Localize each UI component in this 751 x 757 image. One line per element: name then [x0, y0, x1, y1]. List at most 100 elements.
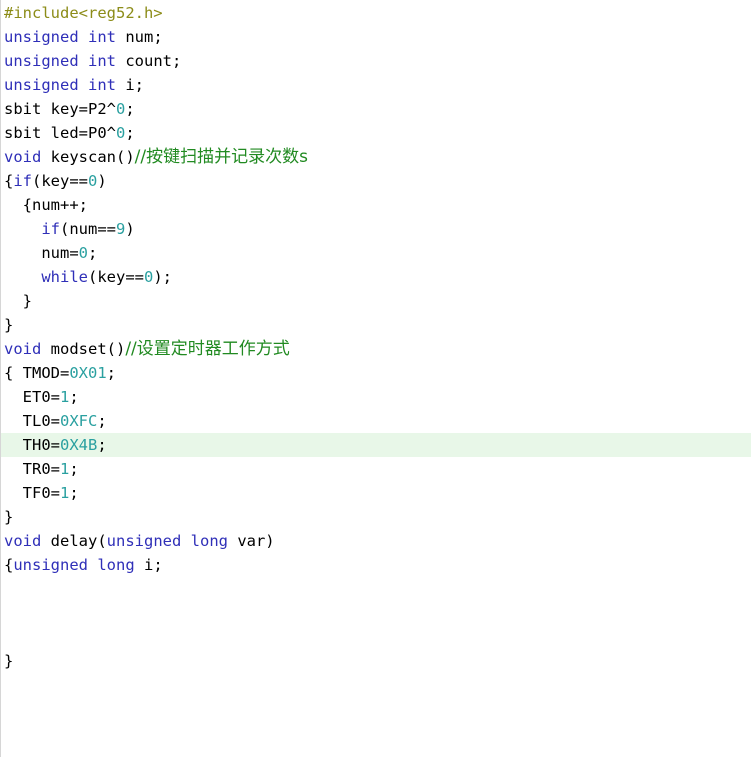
number-token: 0 [115, 124, 126, 142]
keyword-token: int [88, 76, 116, 94]
code-line[interactable]: unsigned int num; [4, 25, 751, 49]
code-editor[interactable]: #include<reg52.h> unsigned int num; unsign… [0, 0, 751, 757]
keyword-token: void [4, 532, 42, 550]
code-line[interactable]: {if(key==0) [4, 169, 751, 193]
code-token: ; [125, 124, 135, 142]
code-token: } [4, 316, 14, 334]
number-token: 1 [60, 460, 70, 478]
code-line[interactable]: } [4, 505, 751, 529]
code-line[interactable]: #include<reg52.h> [4, 1, 751, 25]
code-text-area[interactable]: #include<reg52.h> unsigned int num; unsign… [1, 1, 751, 673]
code-token: { [4, 556, 14, 574]
code-line[interactable]: TF0=1; [4, 481, 751, 505]
code-line[interactable]: void delay(unsigned long var) [4, 529, 751, 553]
code-token: i; [116, 76, 144, 94]
code-line[interactable]: void keyscan()//按键扫描并记录次数s [4, 145, 751, 169]
code-line[interactable]: if(num==9) [4, 217, 751, 241]
code-token: ) [125, 220, 135, 238]
keyword-token: while [41, 268, 88, 286]
code-line[interactable]: { TMOD=0X01; [4, 361, 751, 385]
code-line[interactable]: sbit key=P2^0; [4, 97, 751, 121]
code-token: delay( [41, 532, 107, 550]
keyword-token: long [190, 532, 228, 550]
code-line[interactable]: unsigned int count; [4, 49, 751, 73]
code-line[interactable]: sbit led=P0^0; [4, 121, 751, 145]
code-token: sbit led=P0^ [4, 124, 116, 142]
number-token: 1 [60, 484, 70, 502]
code-token: TL0= [4, 412, 60, 430]
code-token: num= [4, 244, 79, 262]
number-token: 0 [115, 100, 126, 118]
code-token: (key== [88, 268, 144, 286]
number-token: 0X4B [60, 436, 98, 454]
code-line[interactable] [4, 577, 751, 601]
keyword-token: if [41, 220, 60, 238]
keyword-token: void [4, 340, 42, 358]
code-line[interactable]: void modset()//设置定时器工作方式 [4, 337, 751, 361]
code-token: ) [97, 172, 107, 190]
code-line[interactable]: } [4, 313, 751, 337]
code-line[interactable]: {unsigned long i; [4, 553, 751, 577]
code-token: keyscan() [41, 148, 135, 166]
number-token: 1 [60, 388, 70, 406]
code-line[interactable]: } [4, 649, 751, 673]
code-token: var) [227, 532, 275, 550]
code-line[interactable]: while(key==0); [4, 265, 751, 289]
keyword-token: unsigned [106, 532, 182, 550]
comment-token: //设置定时器工作方式 [125, 339, 290, 359]
keyword-token: void [4, 148, 42, 166]
code-line[interactable] [4, 601, 751, 625]
code-token: ET0= [4, 388, 60, 406]
code-line[interactable]: TL0=0XFC; [4, 409, 751, 433]
code-line[interactable]: {num++; [4, 193, 751, 217]
keyword-token: unsigned [4, 76, 79, 94]
code-token: TR0= [4, 460, 60, 478]
code-token: ; [69, 460, 79, 478]
code-token: TF0= [4, 484, 60, 502]
code-token: ; [69, 484, 79, 502]
code-token: ; [69, 388, 79, 406]
code-token: } [4, 652, 14, 670]
code-line[interactable]: unsigned int i; [4, 73, 751, 97]
code-line[interactable]: } [4, 289, 751, 313]
code-token: TH0= [4, 436, 60, 454]
code-token: } [4, 508, 14, 526]
current-line[interactable]: TH0=0X4B; [1, 433, 751, 457]
code-line[interactable]: ET0=1; [4, 385, 751, 409]
number-token: 0X01 [69, 364, 107, 382]
code-token: { [4, 172, 14, 190]
number-token: 9 [116, 220, 126, 238]
keyword-token: int [88, 52, 116, 70]
code-token: num; [116, 28, 163, 46]
code-token: { TMOD= [4, 364, 70, 382]
code-line[interactable] [4, 625, 751, 649]
number-token: 0XFC [60, 412, 98, 430]
keyword-token: unsigned [4, 28, 79, 46]
comment-token: //按键扫描并记录次数s [134, 147, 308, 167]
code-token: count; [116, 52, 182, 70]
code-line[interactable]: TR0=1; [4, 457, 751, 481]
code-token: ; [97, 412, 107, 430]
keyword-token: int [88, 28, 116, 46]
code-token: sbit key=P2^ [4, 100, 116, 118]
number-token: 0 [78, 244, 88, 262]
code-token: (num== [60, 220, 116, 238]
number-token: 0 [144, 268, 154, 286]
code-token: ; [106, 364, 116, 382]
code-token: modset() [41, 340, 126, 358]
code-token: ); [153, 268, 173, 286]
keyword-token: long [97, 556, 135, 574]
keyword-token: unsigned [13, 556, 88, 574]
code-token: i; [134, 556, 163, 574]
code-line[interactable]: num=0; [4, 241, 751, 265]
code-token: ; [125, 100, 135, 118]
keyword-token: unsigned [4, 52, 79, 70]
code-token: (key== [32, 172, 89, 190]
code-token: } [4, 292, 32, 310]
